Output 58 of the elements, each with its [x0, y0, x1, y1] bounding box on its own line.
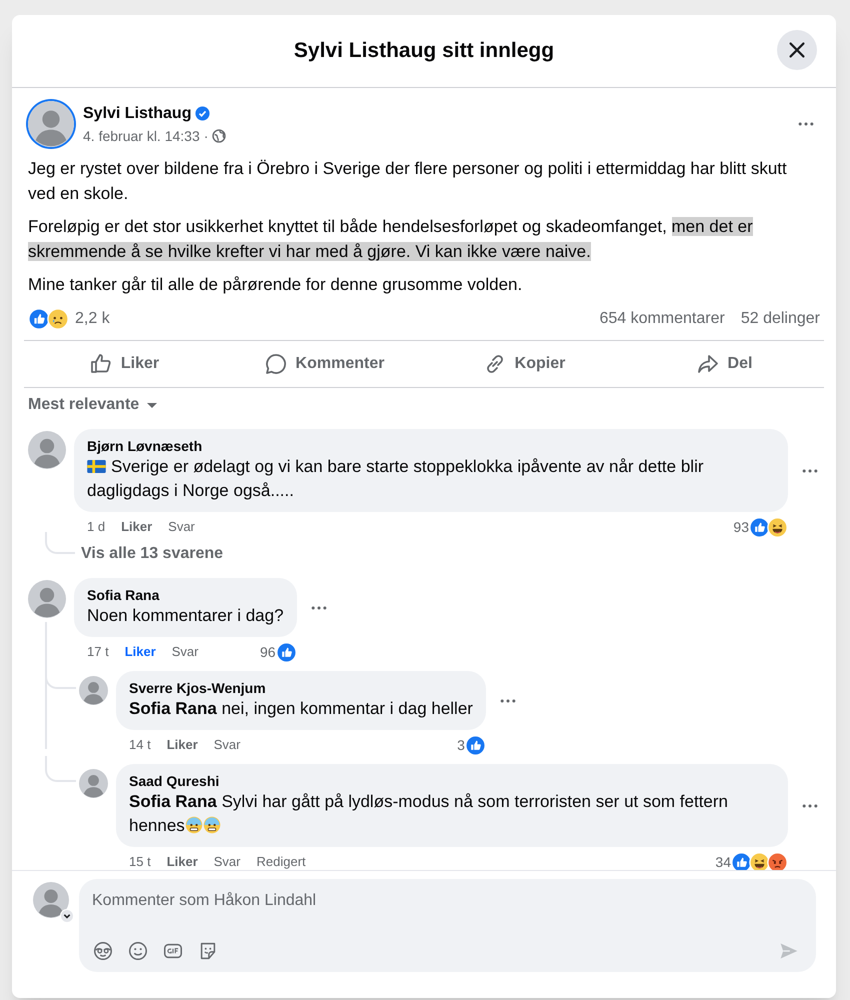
close-button[interactable] [777, 30, 817, 70]
thread-connector [45, 532, 75, 554]
share-arrow-icon [696, 352, 720, 376]
comment-time[interactable]: 1 d [87, 517, 106, 537]
reply-link[interactable]: Svar [214, 852, 240, 870]
avatar[interactable] [28, 101, 74, 147]
post-paragraph: Foreløpig er det stor usikkerhet knyttet til både hendelsesforløpet og skadeomfanget, men det er skremmende å se hvilke krefter vi har med å gjøre. Vi kan ikke være naive. [28, 216, 754, 263]
globe-icon [212, 129, 226, 143]
commenter-name[interactable]: Bjørn Løvnæseth [87, 437, 775, 455]
like-link[interactable]: Liker [124, 642, 156, 662]
author-name[interactable]: Sylvi Listhaug [83, 102, 192, 126]
caret-icon [146, 402, 158, 408]
chevron-down-icon[interactable] [60, 909, 74, 923]
comment-text: Noen kommentarer i dag? [87, 605, 284, 627]
comment-field[interactable]: Kommenter som Håkon Lindahl [92, 889, 803, 913]
like-link[interactable]: Liker [121, 517, 152, 537]
post-time[interactable]: 4. februar kl. 14:33 [83, 126, 200, 146]
share-action-button[interactable]: Del [624, 341, 824, 387]
reaction-count[interactable]: 3 [457, 734, 465, 756]
comment-count[interactable]: 654 kommentarer [599, 307, 725, 331]
thread-connector [45, 756, 76, 782]
post-paragraph: Jeg er rystet over bildene fra i Örebro i Sverige der flere personer og politi i ettermiddag har blitt skutt ved en skole. [28, 158, 788, 205]
like-action-button[interactable]: Liker [24, 341, 224, 387]
avatar[interactable] [28, 431, 66, 469]
comment-time[interactable]: 15 t [129, 852, 151, 870]
edited-label: Redigert [256, 853, 306, 870]
reaction-count[interactable]: 96 [260, 642, 276, 662]
commenter-name[interactable]: Sofia Rana [87, 586, 284, 604]
comment-action-button[interactable]: Kommenter [224, 341, 424, 387]
comment-time[interactable]: 14 t [129, 735, 151, 755]
reaction-count[interactable]: 93 [733, 516, 749, 538]
share-count[interactable]: 52 delinger [740, 307, 820, 331]
comment-text: Sofia Rana Sylvi har gått på lydløs-modus nå som terroristen ser ut som fettern hennes [129, 791, 729, 837]
separator-dot: · [204, 126, 208, 146]
reaction-count[interactable]: 34 [715, 852, 731, 870]
speech-bubble-icon [264, 352, 288, 376]
view-replies-link[interactable]: Vis alle 13 svarene [81, 542, 224, 566]
smiley-icon[interactable] [127, 940, 149, 962]
like-link[interactable]: Liker [166, 852, 198, 870]
commenter-name[interactable]: Saad Qureshi [129, 772, 775, 790]
reaction-count[interactable]: 2,2 k [75, 307, 110, 331]
reply-link[interactable]: Svar [214, 735, 240, 755]
commenter-name[interactable]: Sverre Kjos-Wenjum [129, 679, 473, 697]
comment-text: Sofia Rana nei, ingen kommentar i dag heller [129, 698, 473, 720]
thumbs-up-icon [88, 352, 113, 376]
reply-link[interactable]: Svar [172, 642, 198, 662]
like-link[interactable]: Liker [166, 735, 198, 755]
avatar[interactable] [79, 769, 108, 798]
reply-link[interactable]: Svar [168, 517, 195, 537]
avatar-sticker-icon[interactable] [92, 940, 114, 962]
link-action-button[interactable]: Kopier [424, 341, 624, 387]
avatar[interactable] [28, 580, 66, 618]
sort-dropdown[interactable]: Mest relevante [28, 393, 158, 417]
post-paragraph: Mine tanker går til alle de pårørende for denne grusomme volden. [28, 274, 524, 296]
dialog-title: Sylvi Listhaug sitt innlegg [294, 38, 554, 64]
comment-text: Sverige er ødelagt og vi kan bare starte stoppeklokka ipåvente av når dette blir dagligdags i Norge også..... [87, 456, 705, 502]
comment-time[interactable]: 17 t [87, 642, 109, 662]
avatar[interactable] [79, 676, 108, 705]
